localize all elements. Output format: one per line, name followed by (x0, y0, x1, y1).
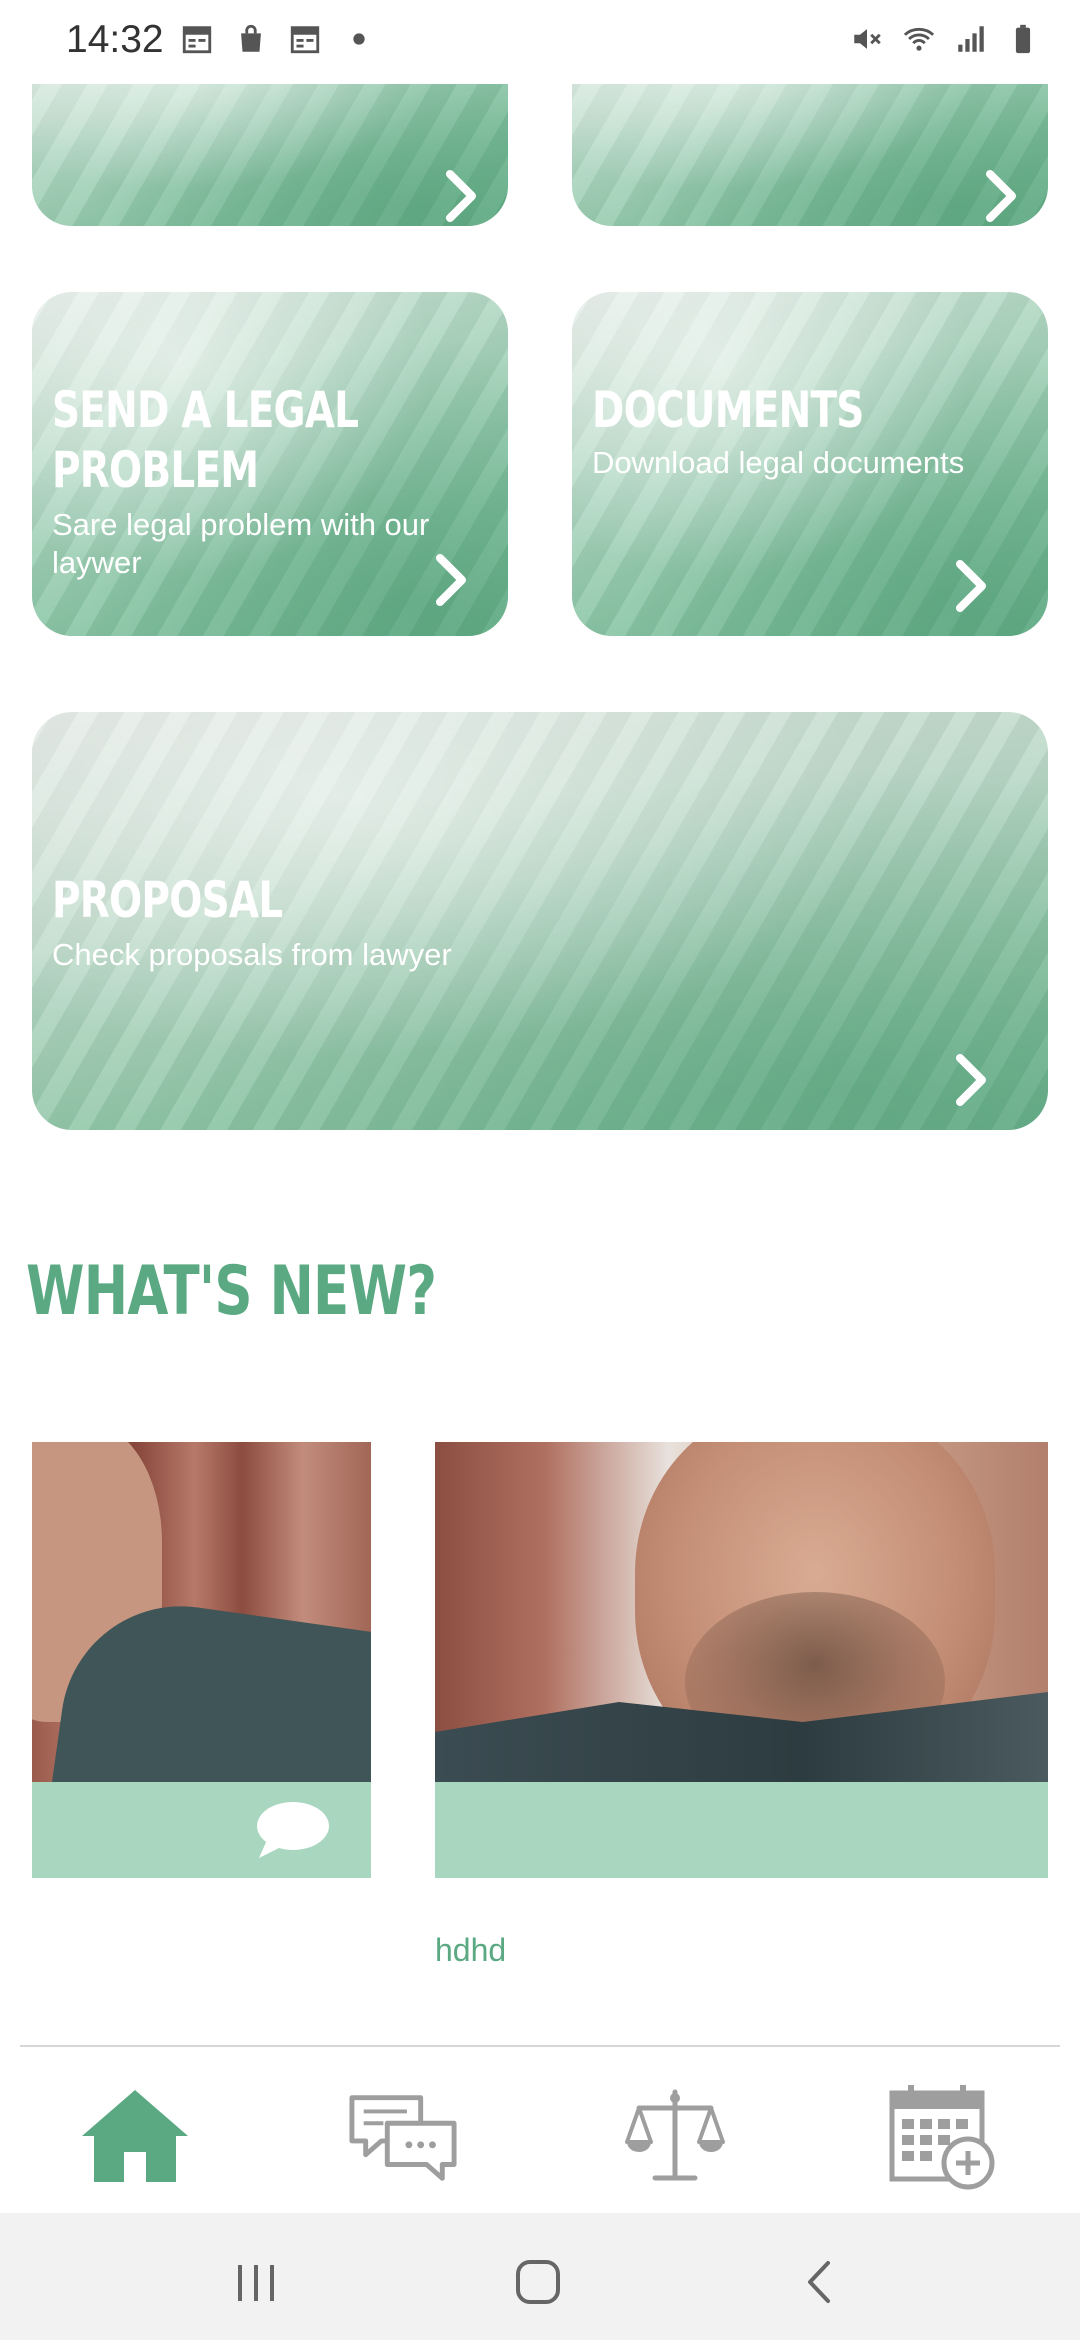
news-image (32, 1442, 371, 1854)
comment-icon[interactable] (253, 1800, 329, 1860)
news-strip (32, 1782, 371, 1878)
proposal-card[interactable]: PROPOSAL Check proposals from lawyer (32, 712, 1048, 1130)
news-strip (435, 1782, 1048, 1878)
home-icon (82, 2090, 188, 2182)
nav-legal[interactable] (620, 2081, 730, 2191)
status-bar: 14:32 (0, 0, 1080, 84)
calendar-add-icon (889, 2085, 995, 2190)
nav-divider (20, 2045, 1060, 2047)
chevron-right-icon (986, 170, 1016, 222)
recent-apps-icon[interactable] (226, 2257, 286, 2307)
scales-icon (625, 2089, 725, 2181)
nav-appointment[interactable] (888, 2081, 998, 2191)
signal-icon (958, 26, 984, 52)
system-nav-bar (0, 2213, 1080, 2340)
card-subtitle: Sare legal problem with our laywer (52, 507, 430, 580)
mute-icon (854, 29, 881, 49)
whats-new-heading: WHAT'S NEW? (26, 1252, 437, 1331)
card-subtitle: Check proposals from lawyer (52, 937, 452, 972)
chevron-right-icon (956, 1054, 986, 1106)
card-subtitle: Download legal documents (592, 445, 965, 480)
nav-chat[interactable] (348, 2081, 458, 2191)
home-button-icon[interactable] (508, 2257, 568, 2307)
chevron-right-icon (446, 170, 476, 222)
card-title: DOCUMENTS (592, 381, 864, 439)
chevron-right-icon (956, 560, 986, 612)
chat-icon (349, 2095, 457, 2181)
dot-icon (353, 33, 365, 45)
news-image (435, 1442, 1048, 1792)
documents-card[interactable]: DOCUMENTS Download legal documents (572, 292, 1048, 636)
bag-icon (241, 24, 261, 52)
battery-icon (1015, 24, 1031, 54)
news-title[interactable]: hdhd (435, 1932, 506, 1969)
calendar-icon (182, 26, 212, 54)
send-legal-problem-card[interactable]: SEND A LEGAL PROBLEM Sare legal problem … (32, 292, 508, 636)
bottom-nav (0, 2045, 1080, 2213)
status-system-icons (850, 22, 1040, 56)
card-title: SEND A LEGAL PROBLEM (52, 381, 359, 499)
nav-home[interactable] (80, 2081, 190, 2191)
news-card[interactable] (32, 1442, 371, 1878)
wifi-icon (903, 27, 935, 51)
news-card[interactable] (435, 1442, 1048, 1878)
chevron-right-icon (436, 554, 466, 606)
card-title: PROPOSAL (52, 871, 283, 929)
back-icon[interactable] (790, 2257, 850, 2307)
calendar-icon (290, 26, 320, 54)
status-notification-icons (180, 22, 376, 56)
status-time: 14:32 (66, 18, 164, 61)
